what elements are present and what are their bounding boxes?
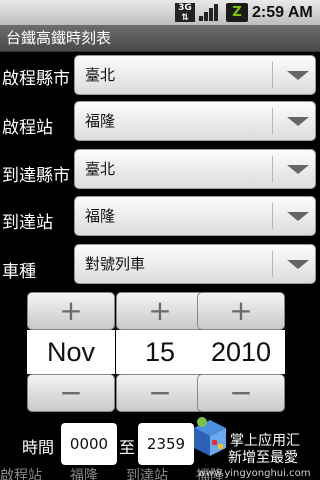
dropdown-arrow-icon [287, 212, 309, 221]
destination-station-value: 福隆 [85, 207, 116, 225]
month-field[interactable]: Nov [27, 330, 115, 374]
spinner-divider [272, 108, 273, 134]
destination-county-value: 臺北 [85, 160, 116, 178]
dropdown-arrow-icon [287, 71, 309, 80]
origin-station-label: 啟程站 [2, 118, 53, 138]
watermark-url: www.yingyonghui.com [197, 468, 311, 479]
origin-station-spinner[interactable]: 福隆 [74, 101, 316, 141]
battery-icon: Z [226, 3, 248, 22]
time-label: 時間 [22, 438, 55, 457]
spinner-divider [272, 203, 273, 229]
spinner-divider [272, 62, 273, 88]
year-field[interactable]: 2010 [197, 330, 285, 374]
time-from-input[interactable]: 0000 [61, 423, 117, 465]
train-type-spinner[interactable]: 對號列車 [74, 244, 316, 284]
to-label: 至 [119, 438, 136, 457]
dropdown-arrow-icon [287, 260, 309, 269]
day-decrement-button[interactable]: − [116, 374, 204, 412]
train-type-label: 車種 [2, 262, 36, 282]
spinner-divider [272, 251, 273, 277]
status-bar: 3G ⇅ Z 2:59 AM [0, 0, 320, 25]
day-field[interactable]: 15 [116, 330, 204, 374]
add-to-favorites-label: 新增至最愛 [228, 450, 298, 466]
destination-county-spinner[interactable]: 臺北 [74, 149, 316, 189]
train-type-value: 對號列車 [85, 255, 146, 273]
dropdown-arrow-icon [287, 117, 309, 126]
destination-county-label: 到達縣市 [2, 166, 70, 186]
network-label: 3G [178, 3, 192, 13]
origin-county-label: 啟程縣市 [2, 69, 70, 89]
watermark: 掌上应用汇 新增至最愛 www.yingyonghui.com [188, 410, 320, 480]
month-picker: + Nov − [27, 292, 115, 412]
app-title: 台鐵高鐵時刻表 [6, 29, 112, 47]
dropdown-arrow-icon [287, 165, 309, 174]
year-decrement-button[interactable]: − [197, 374, 285, 412]
app-store-logo-icon [194, 417, 226, 456]
month-decrement-button[interactable]: − [27, 374, 115, 412]
day-increment-button[interactable]: + [116, 292, 204, 330]
time-to-input[interactable]: 2359 [138, 423, 194, 465]
origin-station-value: 福隆 [85, 112, 116, 130]
destination-station-label: 到達站 [2, 213, 53, 233]
month-increment-button[interactable]: + [27, 292, 115, 330]
app-title-bar: 台鐵高鐵時刻表 [0, 25, 320, 52]
network-3g-icon: 3G ⇅ [175, 3, 195, 23]
spinner-divider [272, 156, 273, 182]
day-picker: + 15 − [116, 292, 204, 412]
origin-county-spinner[interactable]: 臺北 [74, 55, 316, 95]
year-picker: + 2010 − [197, 292, 285, 412]
clock: 2:59 AM [252, 4, 313, 21]
origin-county-value: 臺北 [85, 66, 116, 84]
destination-station-spinner[interactable]: 福隆 [74, 196, 316, 236]
signal-icon [199, 4, 218, 21]
year-increment-button[interactable]: + [197, 292, 285, 330]
